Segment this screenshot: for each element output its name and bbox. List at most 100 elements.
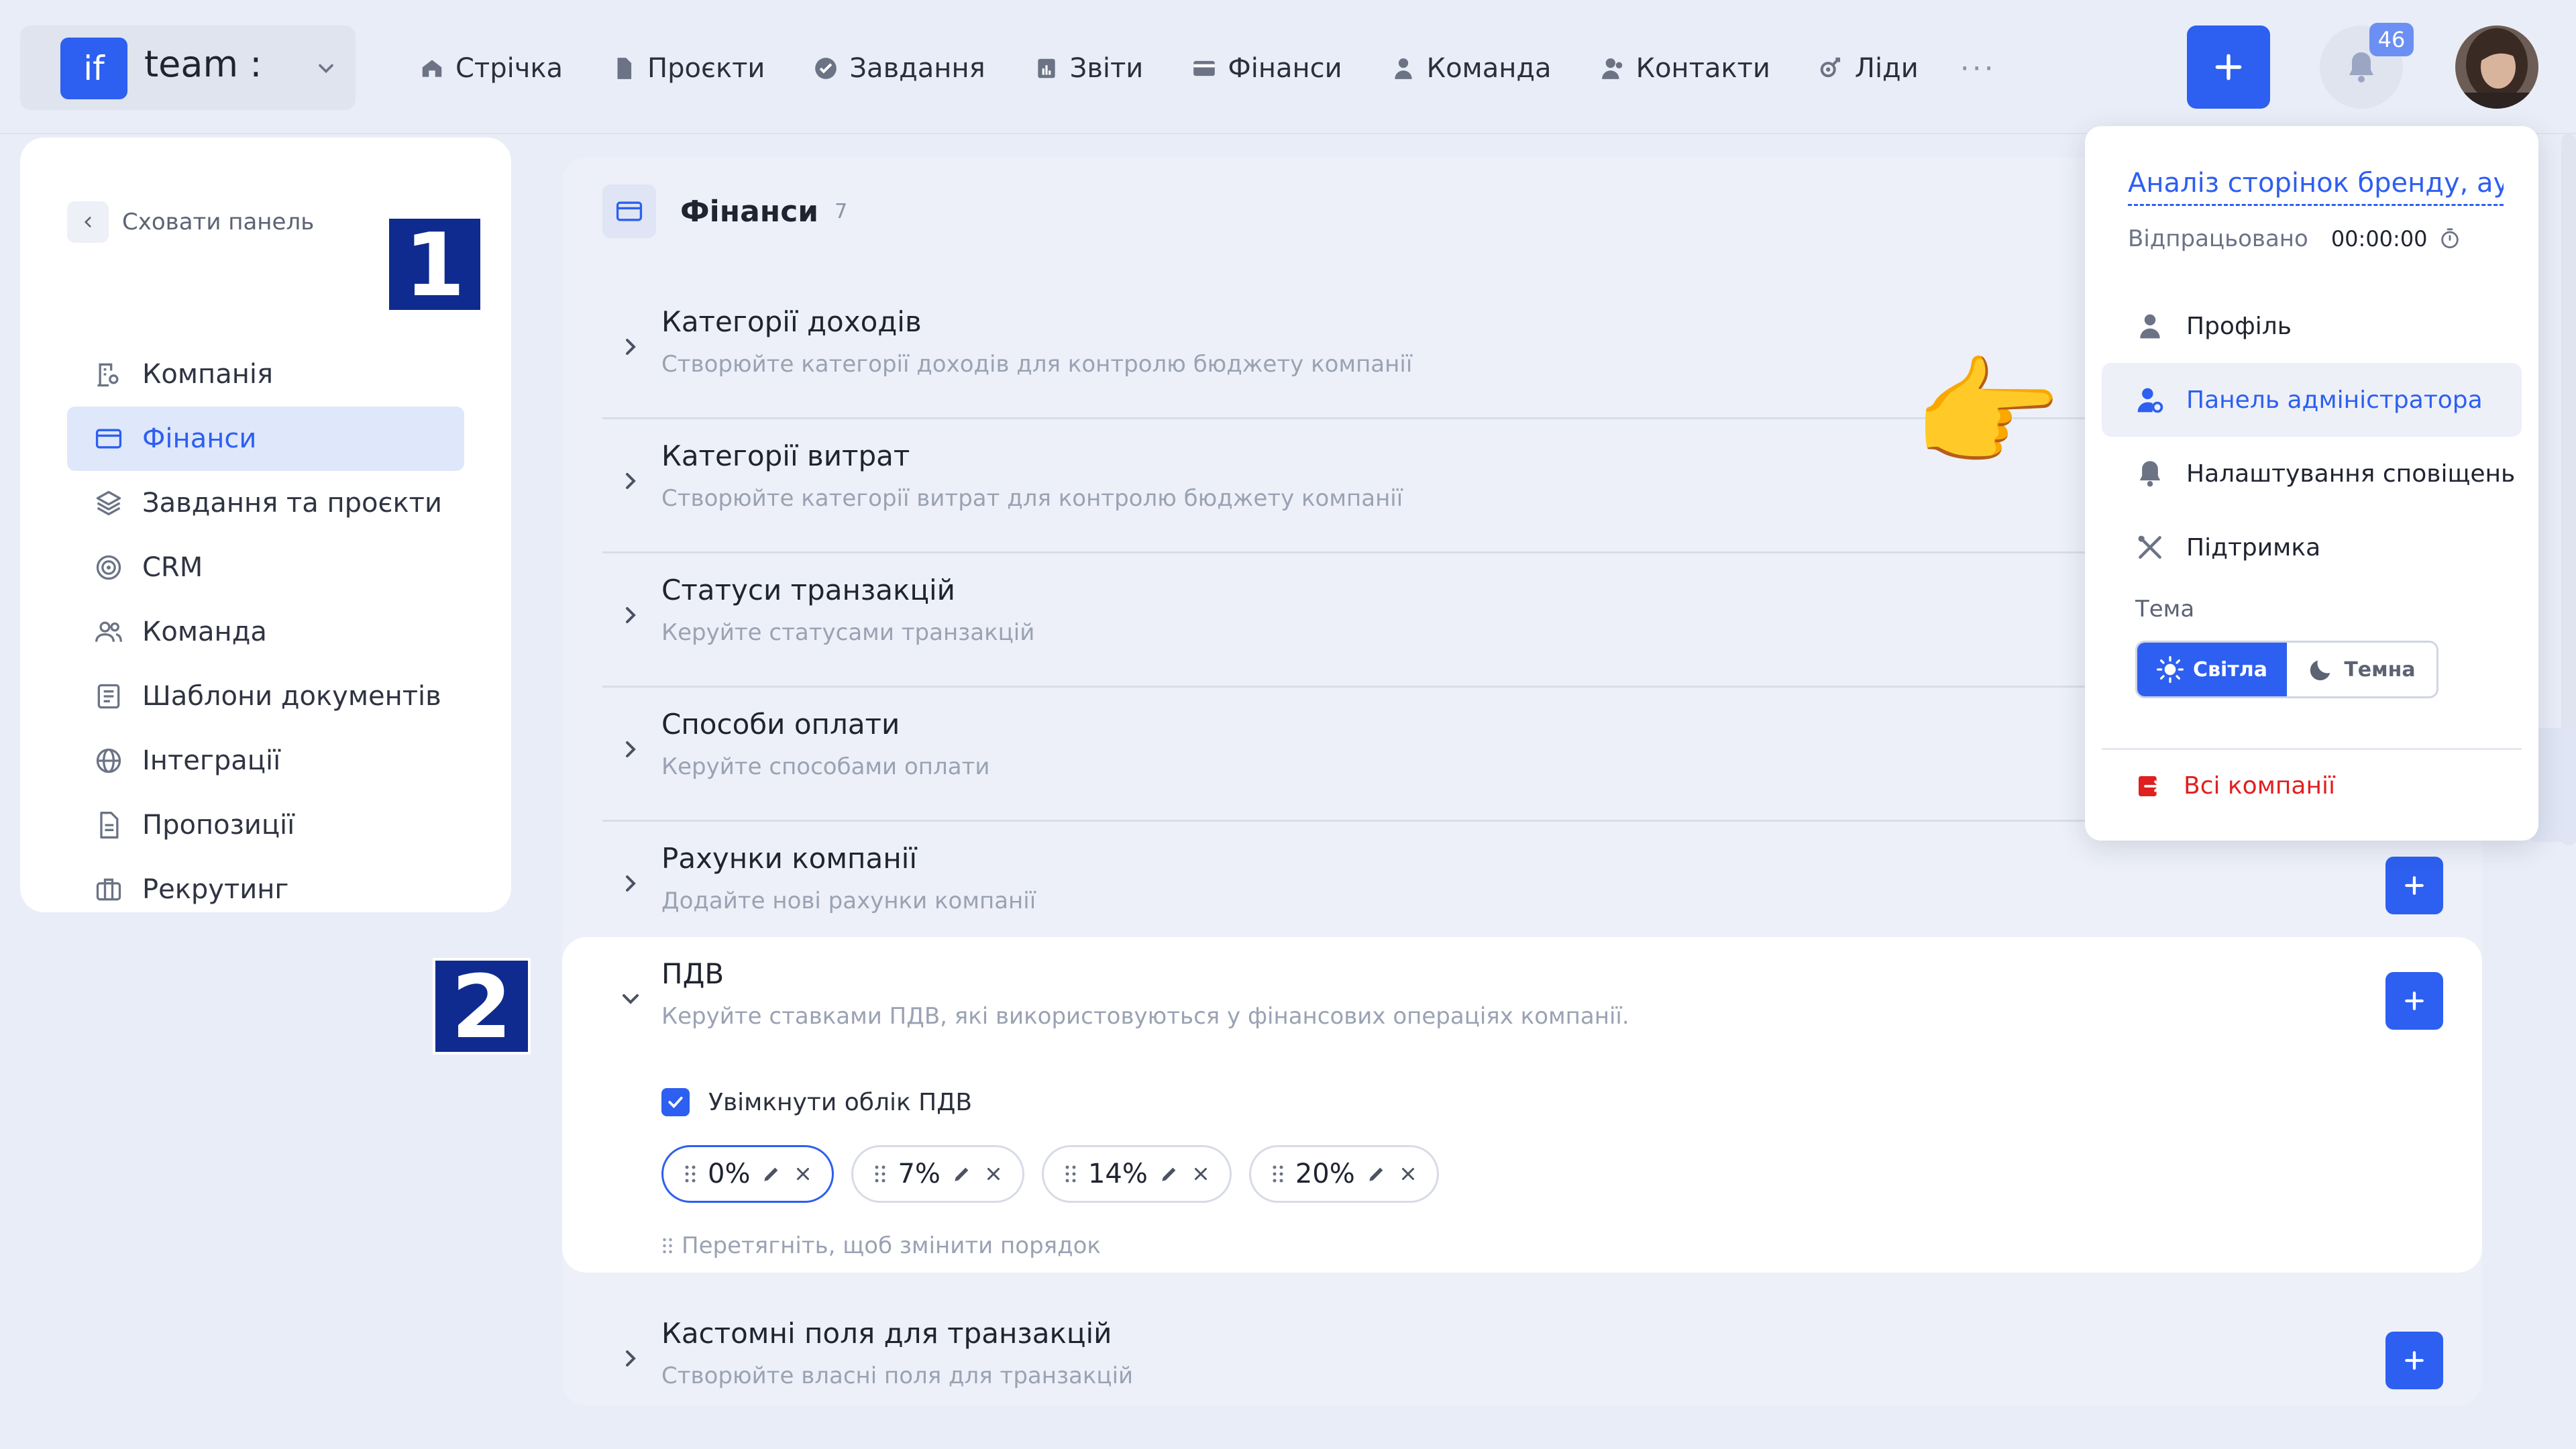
nav-label: Ліди bbox=[1854, 53, 1919, 84]
layers-icon bbox=[96, 490, 121, 516]
section-title: Категорії витрат bbox=[661, 439, 910, 472]
step-marker-2: 2 bbox=[433, 958, 531, 1055]
sidebar-item-integrations[interactable]: Інтеграції bbox=[67, 729, 464, 793]
nav-more-button[interactable]: ··· bbox=[1960, 52, 1996, 86]
sidebar-item-proposals[interactable]: Пропозиції bbox=[67, 793, 464, 857]
report-icon bbox=[1038, 58, 1055, 78]
menu-item-profile[interactable]: Профіль bbox=[2102, 289, 2522, 363]
nav-reports[interactable]: Звіти bbox=[1034, 53, 1144, 84]
section-vat: ПДВ Керуйте ставками ПДВ, які використов… bbox=[562, 937, 2482, 1273]
sidebar-item-label: Команда bbox=[142, 616, 267, 647]
edit-icon[interactable] bbox=[1366, 1163, 1387, 1185]
team-icon bbox=[95, 621, 122, 642]
avatar-photo bbox=[2455, 25, 2538, 109]
add-vat-rate-button[interactable] bbox=[2385, 972, 2443, 1030]
contacts-icon bbox=[1601, 58, 1622, 79]
section-custom-fields[interactable]: Кастомні поля для транзакцій Створюйте в… bbox=[602, 1297, 2443, 1431]
card-icon bbox=[1193, 60, 1216, 76]
create-button[interactable] bbox=[2187, 25, 2270, 109]
theme-light-option[interactable]: Світла bbox=[2137, 643, 2287, 696]
current-task-link[interactable]: Аналіз сторінок бренду, ау... bbox=[2128, 168, 2504, 206]
drag-hint-text: Перетягніть, щоб змінити порядок bbox=[682, 1232, 1101, 1259]
drag-handle-icon bbox=[663, 1238, 672, 1254]
nav-feed[interactable]: Стрічка bbox=[419, 53, 563, 84]
sidebar-item-doc-templates[interactable]: Шаблони документів bbox=[67, 664, 464, 729]
sidebar-item-tasks-projects[interactable]: Завдання та проєкти bbox=[67, 471, 464, 535]
nav-finance[interactable]: Фінанси bbox=[1191, 53, 1342, 84]
close-icon[interactable] bbox=[1191, 1164, 1211, 1184]
chevron-right-icon bbox=[626, 339, 636, 355]
sidebar-item-label: CRM bbox=[142, 552, 203, 583]
section-subtitle: Створюйте категорії витрат для контролю … bbox=[661, 485, 1403, 512]
close-icon[interactable] bbox=[983, 1164, 1004, 1184]
all-companies-button[interactable]: Всі компанії bbox=[2135, 772, 2335, 800]
add-account-button[interactable] bbox=[2385, 857, 2443, 914]
theme-light-label: Світла bbox=[2193, 657, 2267, 682]
chevron-right-icon bbox=[626, 875, 636, 892]
sidebar-item-label: Шаблони документів bbox=[142, 681, 441, 712]
nav-label: Проєкти bbox=[647, 53, 765, 84]
admin-icon bbox=[2137, 388, 2163, 413]
close-icon[interactable] bbox=[1398, 1164, 1418, 1184]
section-title: ПДВ bbox=[661, 957, 724, 990]
enable-vat-checkbox[interactable]: Увімкнути облік ПДВ bbox=[661, 1088, 972, 1116]
vat-rate-chip[interactable]: 14% bbox=[1041, 1145, 1232, 1203]
user-dropdown-menu: Аналіз сторінок бренду, ау... Відпрацьов… bbox=[2085, 126, 2538, 841]
nav-label: Стрічка bbox=[455, 53, 564, 84]
chevron-right-icon bbox=[626, 1350, 636, 1366]
sidebar-item-crm[interactable]: CRM bbox=[67, 535, 464, 600]
theme-dark-option[interactable]: Темна bbox=[2287, 643, 2436, 696]
sidebar-item-finance[interactable]: Фінанси bbox=[67, 407, 464, 471]
hide-panel-button[interactable]: Сховати панель bbox=[67, 201, 314, 243]
tools-icon bbox=[2138, 535, 2161, 559]
user-icon bbox=[1395, 58, 1412, 79]
sidebar-menu: Компанія Фінанси Завдання та проєкти CRM… bbox=[67, 342, 464, 922]
drag-handle-icon[interactable] bbox=[1064, 1164, 1077, 1184]
plus-icon bbox=[2405, 1351, 2424, 1370]
plus-icon bbox=[2405, 876, 2424, 895]
company-switcher[interactable]: if team : bbox=[20, 25, 356, 110]
menu-item-admin-panel[interactable]: Панель адміністратора bbox=[2102, 363, 2522, 437]
vat-rate-chip[interactable]: 0% bbox=[661, 1145, 835, 1203]
step-marker-1: 1 bbox=[386, 216, 483, 313]
card-icon bbox=[616, 201, 643, 221]
check-icon bbox=[668, 1096, 683, 1108]
nav-contacts[interactable]: Контакти bbox=[1600, 53, 1770, 84]
document-icon bbox=[617, 58, 632, 79]
nav-leads[interactable]: Ліди bbox=[1819, 53, 1919, 84]
divider bbox=[2102, 748, 2522, 750]
template-icon bbox=[97, 684, 120, 709]
nav-team[interactable]: Команда bbox=[1391, 53, 1552, 84]
edit-icon[interactable] bbox=[951, 1163, 973, 1185]
drag-handle-icon[interactable] bbox=[873, 1164, 887, 1184]
vat-rate-value: 14% bbox=[1087, 1159, 1148, 1189]
vat-rate-list: 0% 7% 14% 20% bbox=[661, 1145, 1439, 1203]
user-menu-list: Профіль Панель адміністратора Налаштуван… bbox=[2102, 289, 2522, 584]
drag-handle-icon[interactable] bbox=[684, 1164, 697, 1184]
menu-item-support[interactable]: Підтримка bbox=[2102, 511, 2522, 584]
sidebar-item-team[interactable]: Команда bbox=[67, 600, 464, 664]
avatar[interactable] bbox=[2455, 25, 2538, 109]
nav-label: Звіти bbox=[1069, 53, 1144, 84]
section-subtitle: Керуйте ставками ПДВ, які використовують… bbox=[661, 1003, 1629, 1030]
checkbox-checked bbox=[661, 1088, 690, 1116]
add-custom-field-button[interactable] bbox=[2385, 1332, 2443, 1389]
section-company-accounts[interactable]: Рахунки компанії Додайте нові рахунки ко… bbox=[602, 822, 2443, 956]
vat-rate-chip[interactable]: 20% bbox=[1248, 1145, 1439, 1203]
edit-icon[interactable] bbox=[1159, 1163, 1180, 1185]
sidebar-item-label: Компанія bbox=[142, 359, 274, 390]
drag-handle-icon[interactable] bbox=[1271, 1164, 1285, 1184]
stopwatch-icon[interactable] bbox=[2438, 227, 2461, 250]
vat-rate-chip[interactable]: 7% bbox=[851, 1145, 1024, 1203]
menu-item-label: Профіль bbox=[2186, 312, 2292, 340]
menu-item-notification-settings[interactable]: Налаштування сповіщень bbox=[2102, 437, 2522, 511]
sidebar-item-company[interactable]: Компанія bbox=[67, 342, 464, 407]
nav-tasks[interactable]: Завдання bbox=[813, 53, 985, 84]
edit-icon[interactable] bbox=[761, 1163, 782, 1185]
sidebar-item-recruiting[interactable]: Рекрутинг bbox=[67, 857, 464, 922]
nav-label: Фінанси bbox=[1228, 53, 1342, 84]
brand-name: team : bbox=[144, 43, 262, 85]
nav-projects[interactable]: Проєкти bbox=[611, 53, 765, 84]
close-icon[interactable] bbox=[793, 1164, 813, 1184]
chevron-down-icon[interactable] bbox=[617, 985, 644, 1012]
